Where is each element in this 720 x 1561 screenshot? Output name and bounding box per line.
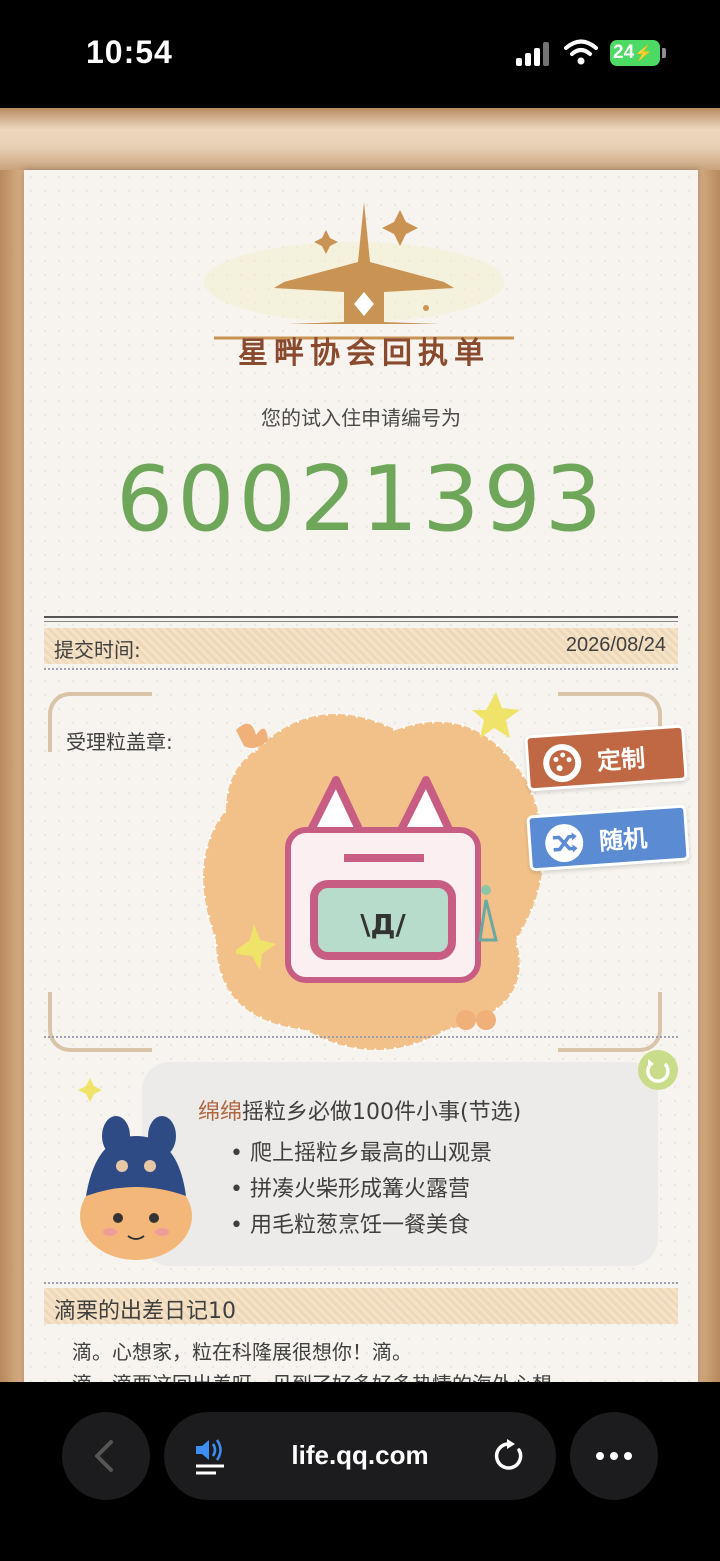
address-bar[interactable]: life.qq.com xyxy=(164,1412,556,1500)
frame-corner xyxy=(558,992,662,1052)
ellipsis-icon xyxy=(596,1452,632,1460)
todo-list: • 爬上摇粒乡最高的山观景 • 拼凑火柴形成篝火露营 • 用毛粒葱烹饪一餐美食 xyxy=(230,1136,492,1244)
divider xyxy=(44,616,678,622)
refresh-todo-button[interactable] xyxy=(638,1050,678,1090)
back-button[interactable] xyxy=(62,1412,150,1500)
refresh-icon xyxy=(646,1059,670,1083)
status-bar: 10:54 24⚡ xyxy=(0,0,720,108)
mascot-character-image xyxy=(78,1078,192,1260)
receipt-paper: 星畔协会回执单 您的试入住申请编号为 60021393 提交时间: 2026/0… xyxy=(24,170,698,1382)
frame-corner xyxy=(48,992,152,1052)
diary-header: 滴栗的出差日记10 xyxy=(44,1288,678,1324)
random-button[interactable]: 随机 xyxy=(526,804,690,872)
customize-button-label: 定制 xyxy=(596,744,647,776)
divider xyxy=(44,1282,678,1284)
todo-card: 绵绵摇粒乡必做100件小事(节选) • 爬上摇粒乡最高的山观景 • 拼凑火柴形成… xyxy=(142,1062,658,1266)
more-options-button[interactable] xyxy=(570,1412,658,1500)
list-item: • 用毛粒葱烹饪一餐美食 xyxy=(230,1213,470,1238)
random-button-label: 随机 xyxy=(598,824,649,856)
customize-button[interactable]: 定制 xyxy=(524,724,688,792)
receipt-title: 星畔协会回执单 xyxy=(238,336,490,371)
stamp-label: 受理粒盖章: xyxy=(66,730,173,754)
webpage-content: 星畔协会回执单 您的试入住申请编号为 60021393 提交时间: 2026/0… xyxy=(0,108,720,1382)
diary-line: 滴。心想家，粒在科隆展很想你！滴。 xyxy=(72,1340,412,1364)
reload-icon[interactable] xyxy=(492,1438,526,1474)
wifi-icon xyxy=(564,39,598,65)
divider xyxy=(44,668,678,670)
wood-frame-left xyxy=(0,170,24,1382)
diary-title: 滴栗的出差日记10 xyxy=(54,1299,236,1324)
charging-bolt-icon: ⚡ xyxy=(634,45,653,62)
status-time: 10:54 xyxy=(86,34,173,70)
shuffle-icon xyxy=(543,822,585,864)
palette-icon xyxy=(541,742,583,784)
submit-time-label: 提交时间: xyxy=(54,638,141,662)
list-item: • 拼凑火柴形成篝火露营 xyxy=(230,1177,470,1202)
browser-toolbar: life.qq.com xyxy=(0,1382,720,1561)
battery-indicator: 24⚡ xyxy=(610,40,666,66)
list-item: • 爬上摇粒乡最高的山观景 xyxy=(230,1141,492,1166)
stamp-face: \Д/ xyxy=(360,908,406,941)
todo-title: 绵绵摇粒乡必做100件小事(节选) xyxy=(198,1094,521,1126)
battery-level: 24 xyxy=(613,42,635,63)
chevron-left-icon xyxy=(95,1440,113,1472)
todo-title-text: 摇粒乡必做100件小事(节选) xyxy=(242,1100,522,1125)
wood-frame-top xyxy=(0,108,720,170)
application-intro: 您的试入住申请编号为 xyxy=(261,406,461,430)
todo-title-name: 绵绵 xyxy=(198,1100,243,1125)
cellular-signal-icon xyxy=(516,42,552,66)
divider xyxy=(44,1036,678,1038)
submit-date: 2026/08/24 xyxy=(565,634,666,656)
application-number: 60021393 xyxy=(115,447,607,552)
diary-line: 滴，滴栗这回出差呀，见到了好多好多热情的海外心想 xyxy=(72,1368,662,1382)
mascot-stamp-image: \Д/ xyxy=(201,692,546,1052)
submit-time-row: 提交时间: 2026/08/24 xyxy=(44,628,678,664)
wood-frame-right xyxy=(696,170,720,1382)
